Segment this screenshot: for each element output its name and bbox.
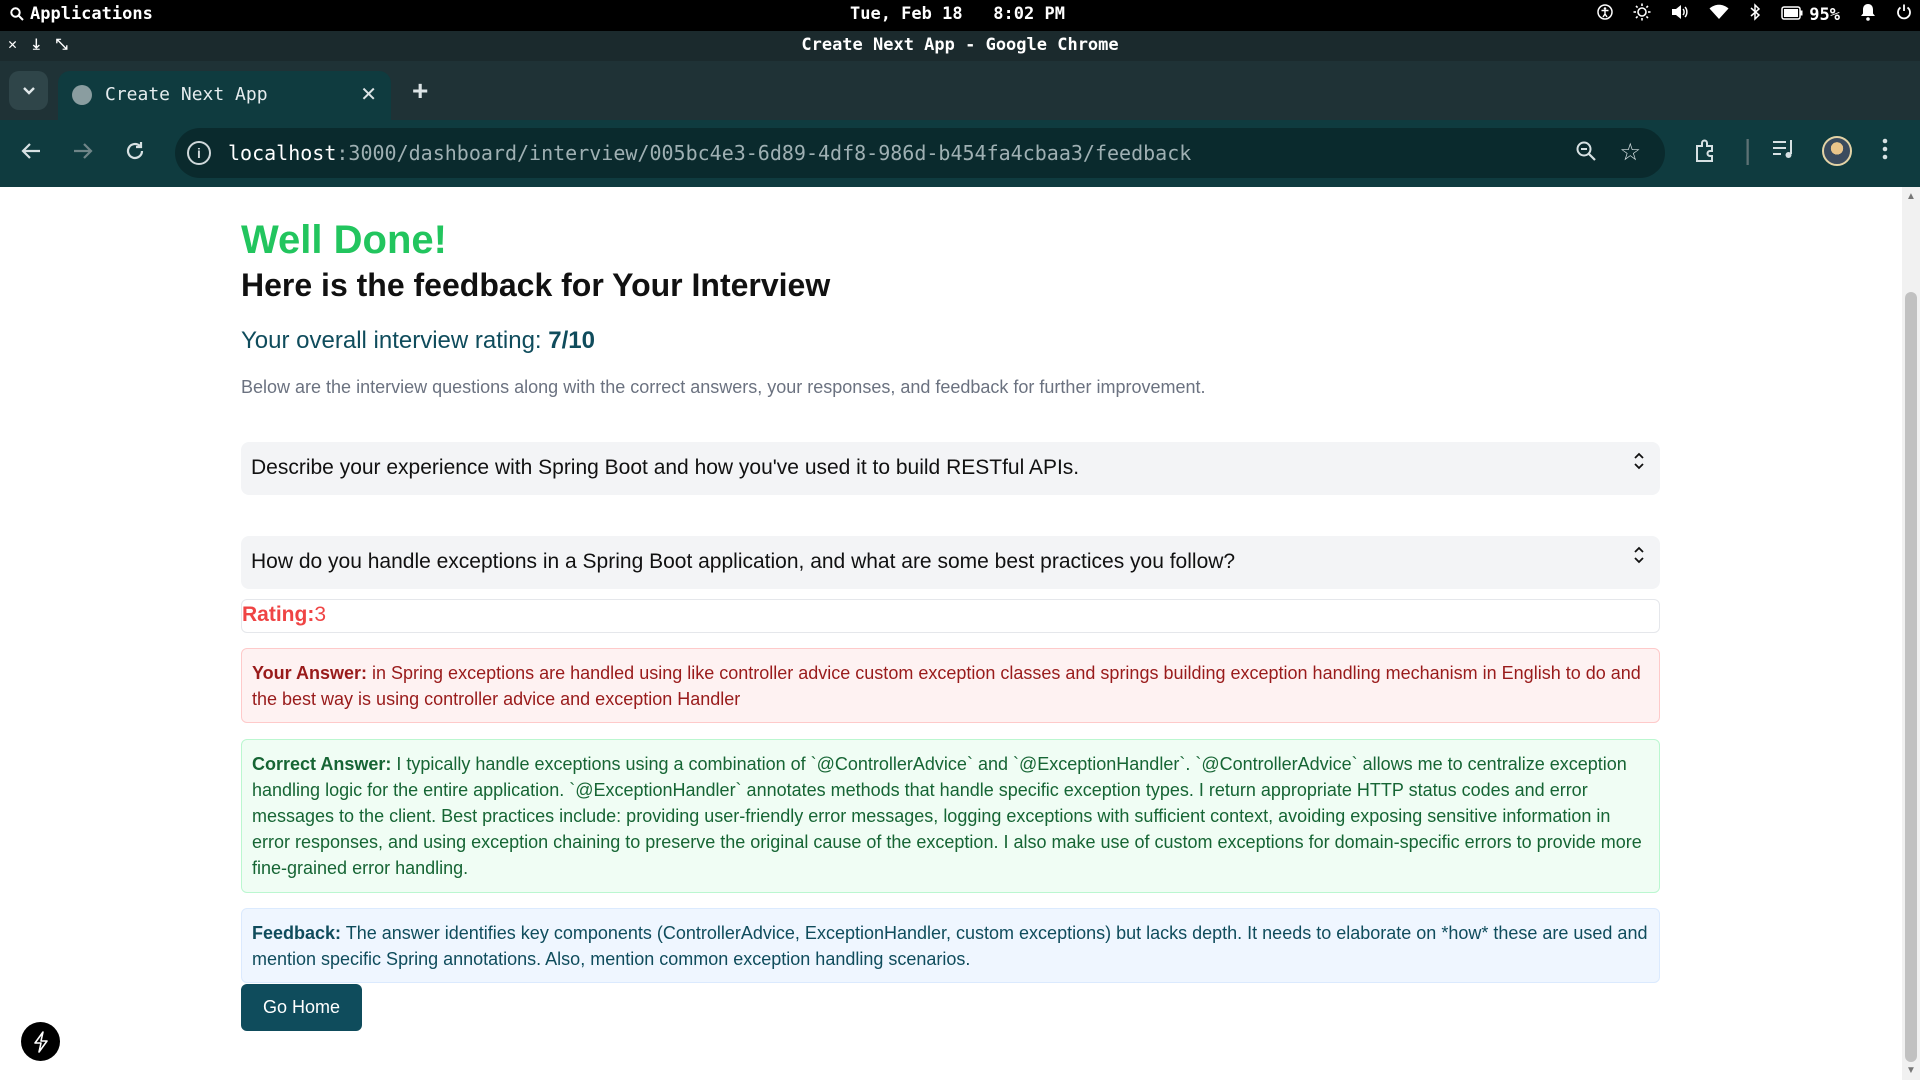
- page-scrollbar[interactable]: ▲ ▼: [1902, 187, 1920, 1080]
- tab-search-button[interactable]: [9, 71, 48, 110]
- scroll-down-arrow[interactable]: ▼: [1906, 1065, 1916, 1076]
- tab-title: Create Next App: [105, 84, 268, 105]
- correct-answer-label: Correct Answer:: [252, 754, 392, 774]
- system-tray[interactable]: 95%: [1597, 3, 1912, 26]
- page-title: Here is the feedback for Your Interview: [241, 267, 831, 303]
- correct-answer-panel: Correct Answer: I typically handle excep…: [241, 739, 1660, 893]
- zoom-icon[interactable]: [1575, 140, 1597, 168]
- applications-menu[interactable]: Applications: [10, 4, 153, 24]
- chevron-down-icon: [22, 86, 35, 95]
- chevron-up-down-icon: [1632, 452, 1646, 470]
- window-title: Create Next App - Google Chrome: [801, 35, 1119, 55]
- scrollbar-thumb[interactable]: [1905, 292, 1917, 1062]
- profile-avatar[interactable]: [1822, 136, 1852, 166]
- page-viewport: Well Done! Here is the feedback for Your…: [0, 187, 1902, 1080]
- question-rating: Rating:3: [241, 599, 1660, 633]
- volume-icon[interactable]: [1671, 4, 1689, 25]
- your-answer-text: in Spring exceptions are handled using l…: [252, 663, 1641, 709]
- site-info-icon[interactable]: i: [187, 141, 211, 165]
- url-text[interactable]: localhost:3000/dashboard/interview/005bc…: [228, 141, 1191, 165]
- overall-rating-value: 7/10: [548, 327, 595, 354]
- bluetooth-icon[interactable]: [1749, 3, 1761, 26]
- feedback-label: Feedback:: [252, 923, 342, 943]
- close-tab-icon[interactable]: ✕: [360, 82, 377, 107]
- applications-label: Applications: [30, 4, 153, 24]
- url-host: localhost: [228, 141, 337, 165]
- question-text: Describe your experience with Spring Boo…: [251, 456, 1080, 479]
- clock[interactable]: Tue, Feb 18 8:02 PM: [850, 4, 1065, 24]
- question-text: How do you handle exceptions in a Spring…: [251, 550, 1236, 573]
- chevron-up-down-icon: [1632, 546, 1646, 564]
- feedback-panel: Feedback: The answer identifies key comp…: [241, 908, 1660, 983]
- url-path: :3000/dashboard/interview/005bc4e3-6d89-…: [336, 141, 1192, 165]
- page-description: Below are the interview questions along …: [241, 377, 1206, 397]
- rating-label-text: Rating:: [242, 603, 315, 626]
- scroll-up-arrow[interactable]: ▲: [1906, 191, 1916, 202]
- nextjs-dev-indicator[interactable]: [21, 1022, 60, 1061]
- go-home-button[interactable]: Go Home: [241, 984, 362, 1031]
- feedback-text: The answer identifies key components (Co…: [252, 923, 1648, 969]
- question-collapsible[interactable]: Describe your experience with Spring Boo…: [241, 442, 1660, 495]
- success-heading: Well Done!: [241, 218, 447, 262]
- bookmark-star-icon[interactable]: ☆: [1619, 138, 1641, 167]
- new-tab-button[interactable]: +: [412, 75, 428, 107]
- forward-arrow-icon[interactable]: [72, 140, 94, 169]
- extensions-icon[interactable]: [1693, 138, 1719, 171]
- battery-icon[interactable]: [1781, 5, 1803, 25]
- tab-strip: Create Next App ✕ +: [0, 61, 1920, 120]
- accessibility-icon[interactable]: [1597, 4, 1614, 25]
- your-answer-label: Your Answer:: [252, 663, 368, 683]
- window-title-bar: ✕ ⤓ ⤡ Create Next App - Google Chrome: [0, 31, 1920, 61]
- more-options-icon[interactable]: [1882, 138, 1888, 167]
- address-bar[interactable]: i localhost:3000/dashboard/interview/005…: [175, 128, 1665, 178]
- your-answer-panel: Your Answer: in Spring exceptions are ha…: [241, 648, 1660, 723]
- reload-icon[interactable]: [124, 140, 146, 169]
- tab-create-next-app[interactable]: Create Next App ✕: [58, 71, 391, 120]
- overall-rating-label: Your overall interview rating:: [241, 327, 549, 354]
- correct-answer-text: I typically handle exceptions using a co…: [252, 754, 1642, 878]
- battery-percent: 95%: [1809, 4, 1840, 25]
- rating-label: Rating:3: [242, 603, 326, 627]
- search-icon: [10, 7, 24, 21]
- media-controls-icon[interactable]: [1772, 138, 1796, 167]
- power-icon[interactable]: [1896, 4, 1912, 25]
- globe-icon: [72, 85, 92, 105]
- brightness-icon[interactable]: [1633, 3, 1651, 26]
- system-top-bar: Applications Tue, Feb 18 8:02 PM 95%: [0, 0, 1920, 31]
- question-collapsible[interactable]: How do you handle exceptions in a Spring…: [241, 536, 1660, 589]
- back-arrow-icon[interactable]: [20, 140, 42, 169]
- browser-toolbar: i localhost:3000/dashboard/interview/005…: [0, 120, 1920, 187]
- lightning-icon: [33, 1030, 48, 1053]
- overall-rating: Your overall interview rating: 7/10: [241, 327, 595, 355]
- toolbar-divider: |: [1744, 134, 1752, 165]
- wifi-icon[interactable]: [1709, 4, 1729, 25]
- notifications-icon[interactable]: [1860, 3, 1876, 26]
- rating-value: 3: [314, 603, 327, 626]
